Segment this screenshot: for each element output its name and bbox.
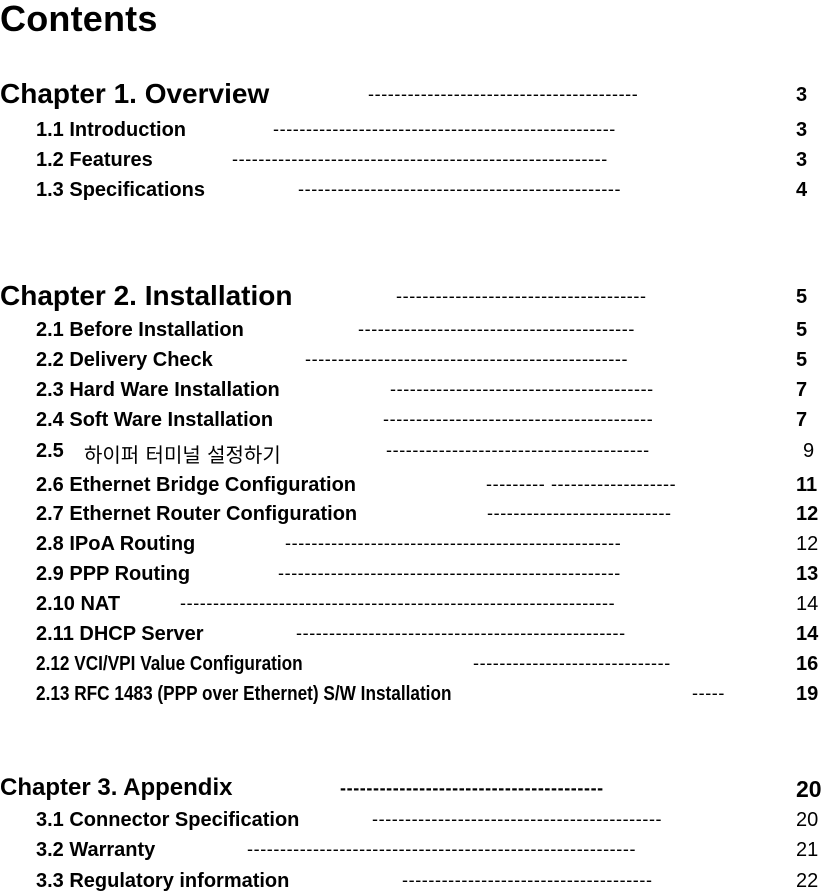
toc-entry-label[interactable]: 2.11 DHCP Server	[36, 623, 204, 646]
toc-leader: --------- -------------------	[486, 474, 677, 494]
toc-entry-label[interactable]: 3.2 Warranty	[36, 839, 155, 862]
toc-page-number[interactable]: 12	[796, 533, 818, 556]
toc-leader: ----------------------------------------…	[285, 533, 622, 553]
toc-leader: ------------------------------	[473, 653, 671, 673]
toc-page-number[interactable]: 19	[796, 683, 818, 706]
toc-leader: --------------------------------------	[396, 286, 647, 306]
toc-leader: --------------------------------------	[402, 870, 653, 890]
toc-leader: ----------------------------------------	[390, 379, 654, 399]
toc-page-number[interactable]: 20	[796, 809, 818, 832]
toc-entry-label[interactable]: 2.13 RFC 1483 (PPP over Ethernet) S/W In…	[36, 683, 451, 706]
toc-page-number[interactable]: 12	[796, 503, 818, 526]
toc-entry-label[interactable]: 2.7 Ethernet Router Configuration	[36, 503, 357, 526]
toc-entry-label[interactable]: 2.1 Before Installation	[36, 319, 244, 342]
toc-page-number[interactable]: 3	[796, 119, 807, 142]
toc-page-number[interactable]: 5	[796, 349, 807, 372]
toc-entry-label[interactable]: Chapter 2. Installation	[0, 280, 293, 312]
toc-leader: ----------------------------------------	[386, 440, 650, 460]
toc-page-number[interactable]: 9	[803, 440, 814, 463]
toc-entry-label[interactable]: 2.3 Hard Ware Installation	[36, 379, 280, 402]
toc-entry-label[interactable]: 1.2 Features	[36, 149, 153, 172]
toc-leader: ----------------------------------------…	[296, 623, 626, 643]
toc-leader: ----------------------------------------…	[305, 349, 629, 369]
toc-leader: ----------------------------------------…	[358, 319, 635, 339]
toc-entry-korean-title[interactable]: 하이퍼 터미널 설정하기	[84, 439, 281, 468]
toc-page-number[interactable]: 3	[796, 149, 807, 172]
toc-entry-label[interactable]: 3.3 Regulatory information	[36, 870, 289, 893]
toc-entry-label[interactable]: 3.1 Connector Specification	[36, 809, 299, 832]
toc-leader: ----------------------------------------…	[298, 179, 622, 199]
toc-entry-label[interactable]: 2.9 PPP Routing	[36, 563, 190, 586]
toc-page-number[interactable]: 16	[796, 653, 818, 676]
toc-leader: ----------------------------	[487, 503, 672, 523]
toc-entry-label[interactable]: 2.8 IPoA Routing	[36, 533, 195, 556]
toc-entry-label[interactable]: 2.2 Delivery Check	[36, 349, 213, 372]
toc-page-number[interactable]: 14	[796, 623, 818, 646]
toc-leader: ----------------------------------------…	[372, 809, 663, 829]
toc-entry-label[interactable]: 2.6 Ethernet Bridge Configuration	[36, 474, 356, 497]
toc-page-number[interactable]: 7	[796, 379, 807, 402]
toc-entry-label[interactable]: 2.10 NAT	[36, 593, 120, 616]
toc-entry-label[interactable]: 2.12 VCI/VPI Value Configuration	[36, 653, 303, 676]
toc-leader: ----------------------------------------…	[273, 119, 616, 139]
contents-title: Contents	[0, 0, 158, 39]
toc-page-number[interactable]: 14	[796, 593, 818, 616]
toc-page-number[interactable]: 5	[796, 319, 807, 342]
toc-page-number[interactable]: 13	[796, 563, 818, 586]
toc-leader: ----------------------------------------…	[278, 563, 621, 583]
toc-page-number[interactable]: 3	[796, 84, 807, 107]
toc-page-number[interactable]: 11	[796, 474, 817, 497]
toc-leader: ----------------------------------------…	[232, 149, 608, 169]
toc-entry-label[interactable]: 2.4 Soft Ware Installation	[36, 409, 273, 432]
toc-leader: ----------------------------------------…	[180, 593, 616, 613]
toc-page-number[interactable]: 7	[796, 409, 807, 432]
toc-entry-label[interactable]: Chapter 1. Overview	[0, 78, 269, 110]
toc-leader: ----------------------------------------…	[368, 84, 639, 104]
toc-entry-label[interactable]: 2.5	[36, 440, 64, 463]
toc-entry-label[interactable]: 1.1 Introduction	[36, 119, 186, 142]
toc-page-number[interactable]: 21	[796, 839, 818, 862]
toc-page-number[interactable]: 22	[796, 870, 818, 893]
toc-page-number[interactable]: 20	[796, 776, 822, 803]
toc-page-number[interactable]: 5	[796, 286, 807, 309]
toc-page-number[interactable]: 4	[796, 179, 807, 202]
toc-leader: -----	[692, 683, 725, 703]
toc-leader: ----------------------------------------	[340, 778, 604, 798]
toc-entry-label[interactable]: Chapter 3. Appendix	[0, 774, 232, 802]
toc-entry-label[interactable]: 1.3 Specifications	[36, 179, 205, 202]
toc-leader: ----------------------------------------…	[383, 409, 654, 429]
toc-leader: ----------------------------------------…	[247, 839, 637, 859]
